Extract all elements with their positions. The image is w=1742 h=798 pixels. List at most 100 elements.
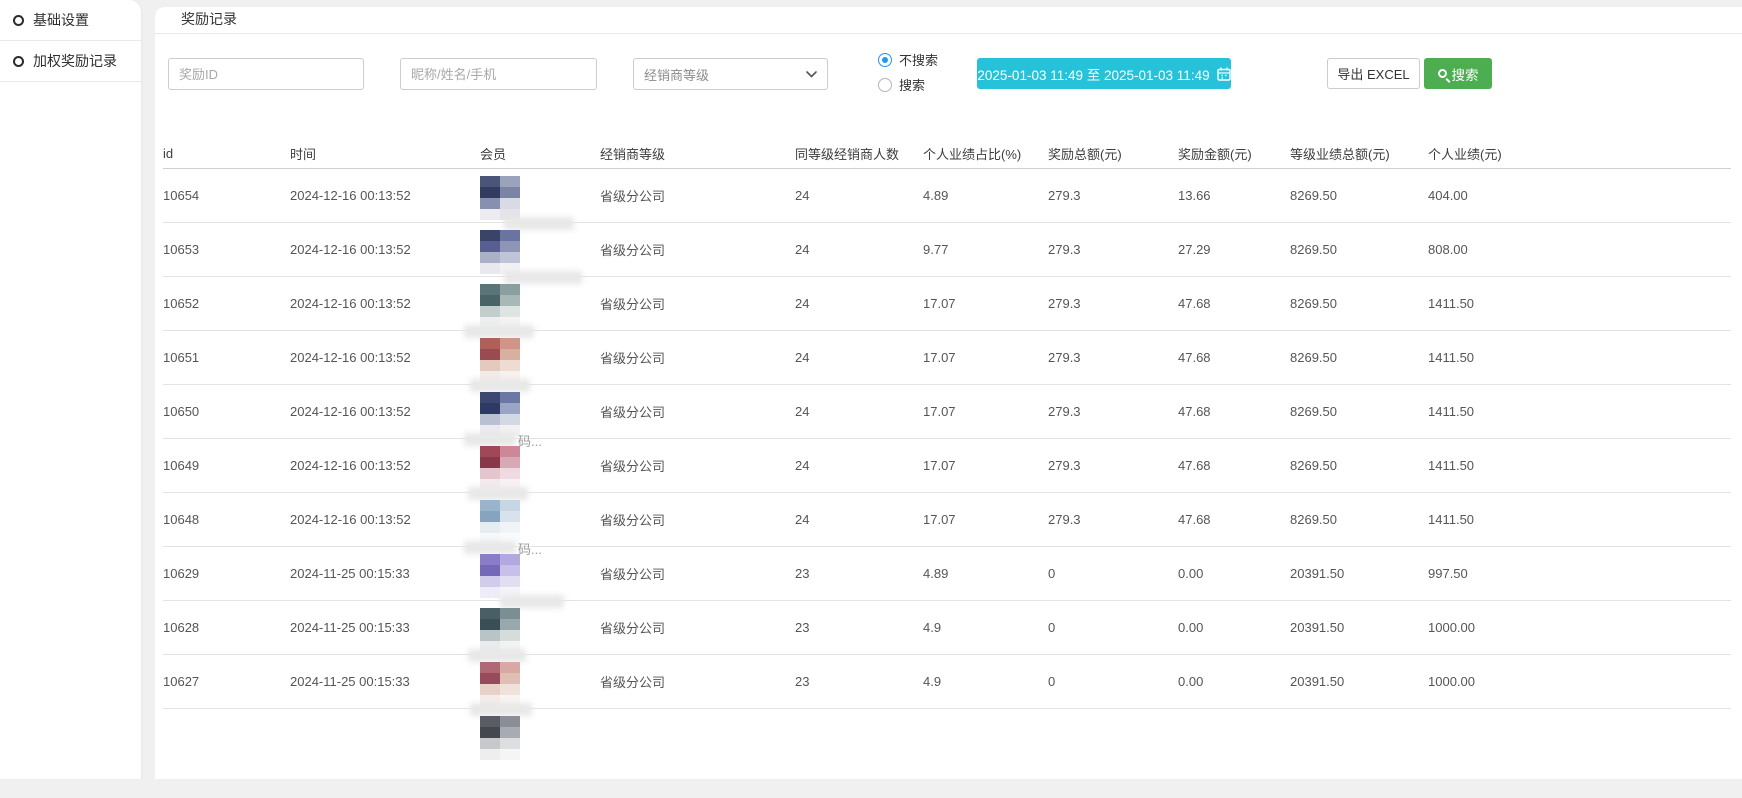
member-wrap (480, 277, 600, 330)
avatar-pixel (500, 619, 520, 630)
avatar-pixel (500, 630, 520, 641)
cell-time: 2024-12-16 00:13:52 (290, 222, 480, 276)
radio-search-label: 搜索 (899, 75, 925, 94)
export-excel-button[interactable]: 导出 EXCEL (1327, 58, 1420, 89)
cell-amount: 47.68 (1178, 276, 1290, 330)
column-header: 个人业绩占比(%) (923, 140, 1048, 168)
member-avatar (480, 176, 520, 220)
cell-peers: 24 (795, 330, 923, 384)
radio-search[interactable]: 搜索 (878, 72, 968, 97)
member-cell: 码... (480, 492, 600, 546)
member-cell (480, 438, 600, 492)
cell-personal: 808.00 (1428, 222, 1731, 276)
table-row: 106502024-12-16 00:13:52码...省级分公司2417.07… (163, 384, 1731, 438)
member-avatar (480, 392, 520, 436)
cell-peers: 23 (795, 600, 923, 654)
cell-level_total: 8269.50 (1290, 384, 1428, 438)
cell-amount: 47.68 (1178, 438, 1290, 492)
avatar-pixel (480, 662, 500, 673)
avatar-pixel (480, 338, 500, 349)
table-row: 106522024-12-16 00:13:52省级分公司2417.07279.… (163, 276, 1731, 330)
avatar-pixel (480, 630, 500, 641)
table-row: 106292024-11-25 00:15:33省级分公司234.8900.00… (163, 546, 1731, 600)
cell-amount: 47.68 (1178, 384, 1290, 438)
date-range-button[interactable]: 2025-01-03 11:49 至 2025-01-03 11:49 (977, 58, 1231, 89)
calendar-icon (1217, 67, 1231, 81)
avatar-pixel (500, 727, 520, 738)
page-title: 奖励记录 (155, 7, 237, 31)
avatar-pixel (500, 511, 520, 522)
column-header: 时间 (290, 140, 480, 168)
cell-ratio (923, 708, 1048, 798)
cell-ratio: 17.07 (923, 330, 1048, 384)
cell-level_total: 8269.50 (1290, 276, 1428, 330)
avatar-pixel (480, 230, 500, 241)
avatar-pixel (500, 716, 520, 727)
sidebar: 基础设置加权奖励记录 (0, 0, 141, 779)
member-avatar (480, 608, 520, 652)
avatar-pixel (500, 749, 520, 760)
member-cell (480, 330, 600, 384)
cell-personal: 997.50 (1428, 546, 1731, 600)
cell-ratio: 4.89 (923, 168, 1048, 222)
member-wrap: 码... (480, 493, 600, 546)
avatar-pixel (480, 349, 500, 360)
reward-id-input[interactable] (168, 58, 364, 90)
member-avatar (480, 662, 520, 706)
cell-ratio: 17.07 (923, 492, 1048, 546)
cell-level_total: 20391.50 (1290, 600, 1428, 654)
member-cell (480, 222, 600, 276)
column-header: 个人业绩(元) (1428, 140, 1731, 168)
avatar-pixel (480, 468, 500, 479)
search-button[interactable]: 搜索 (1424, 58, 1492, 89)
cell-amount: 47.68 (1178, 492, 1290, 546)
cell-total: 279.3 (1048, 276, 1178, 330)
cell-peers: 24 (795, 384, 923, 438)
cell-level: 省级分公司 (600, 492, 795, 546)
cell-level: 省级分公司 (600, 384, 795, 438)
sidebar-item-0[interactable]: 基础设置 (0, 0, 141, 41)
avatar-pixel (500, 468, 520, 479)
cell-level (600, 708, 795, 798)
cell-level_total: 20391.50 (1290, 546, 1428, 600)
sidebar-item-label: 加权奖励记录 (33, 51, 117, 71)
cell-level: 省级分公司 (600, 330, 795, 384)
table-row: 106532024-12-16 00:13:52省级分公司249.77279.3… (163, 222, 1731, 276)
sidebar-item-1[interactable]: 加权奖励记录 (0, 41, 141, 82)
member-avatar (480, 230, 520, 274)
cell-total: 0 (1048, 600, 1178, 654)
cell-personal: 1000.00 (1428, 654, 1731, 708)
avatar-pixel (500, 500, 520, 511)
avatar-pixel (480, 738, 500, 749)
avatar-pixel (480, 684, 500, 695)
cell-total: 279.3 (1048, 222, 1178, 276)
member-wrap (480, 331, 600, 384)
cell-peers: 23 (795, 546, 923, 600)
cell-peers: 24 (795, 222, 923, 276)
avatar-pixel (500, 565, 520, 576)
cell-total: 0 (1048, 654, 1178, 708)
table-header-row: id时间会员经销商等级同等级经销商人数个人业绩占比(%)奖励总额(元)奖励金额(… (163, 140, 1731, 168)
radio-search-control[interactable] (878, 78, 892, 92)
radio-no-search[interactable]: 不搜索 (878, 47, 968, 72)
member-wrap (480, 709, 600, 762)
cell-ratio: 4.9 (923, 600, 1048, 654)
avatar-pixel (500, 241, 520, 252)
avatar-pixel (480, 554, 500, 565)
avatar-pixel (500, 446, 520, 457)
cell-id: 10627 (163, 654, 290, 708)
cell-personal: 1411.50 (1428, 384, 1731, 438)
member-cell (480, 600, 600, 654)
dealer-level-select[interactable]: 经销商等级 (633, 58, 828, 90)
table-row: 106272024-11-25 00:15:33省级分公司234.900.002… (163, 654, 1731, 708)
nickname-input[interactable] (400, 58, 597, 90)
avatar-pixel (480, 187, 500, 198)
cell-amount: 0.00 (1178, 546, 1290, 600)
avatar-pixel (480, 414, 500, 425)
cell-amount: 0.00 (1178, 600, 1290, 654)
radio-no-search-control[interactable] (878, 53, 892, 67)
search-mode-radio-group: 不搜索 搜索 (878, 47, 968, 97)
avatar-pixel (500, 414, 520, 425)
cell-level: 省级分公司 (600, 546, 795, 600)
table-row-partial (163, 708, 1731, 798)
